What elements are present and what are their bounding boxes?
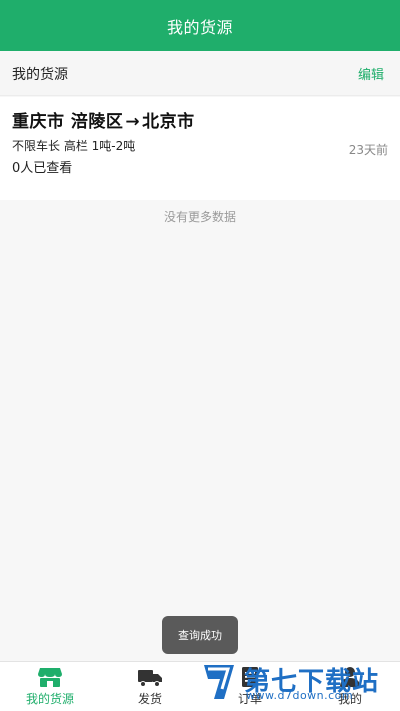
tab-ship[interactable]: 发货 — [100, 662, 200, 711]
route-arrow: → — [125, 112, 141, 132]
tab-mine[interactable]: 我的 — [300, 662, 400, 711]
order-icon — [242, 667, 258, 687]
cargo-card[interactable]: 重庆市 涪陵区 → 北京市 不限车长 高栏 1吨-2吨 0人已查看 23天前 — [0, 97, 400, 200]
tab-label: 发货 — [137, 692, 162, 706]
store-icon — [38, 668, 62, 687]
route-origin: 重庆市 涪陵区 — [12, 112, 124, 132]
cargo-route: 重庆市 涪陵区 → 北京市 — [12, 107, 388, 132]
cargo-spec: 不限车长 高栏 1吨-2吨 — [12, 139, 136, 153]
view-count: 0人已查看 — [12, 161, 73, 176]
tab-orders[interactable]: 订单 — [200, 662, 300, 711]
app-header: 我的货源 — [0, 0, 400, 51]
tab-my-cargo[interactable]: 我的货源 — [0, 662, 100, 711]
bottom-tab-bar: 我的货源 发货 订单 我的 — [0, 661, 400, 711]
route-destination: 北京市 — [142, 112, 195, 132]
person-icon — [340, 667, 360, 687]
tab-label: 我的 — [337, 692, 362, 706]
tab-label: 订单 — [237, 692, 262, 706]
edit-button[interactable]: 编辑 — [358, 64, 384, 83]
list-end-text: 没有更多数据 — [163, 210, 236, 224]
post-time: 23天前 — [348, 143, 388, 157]
page-title: 我的货源 — [166, 17, 233, 37]
section-header: 我的货源 编辑 — [0, 52, 400, 96]
toast-message: 查询成功 — [162, 616, 238, 654]
tab-label: 我的货源 — [25, 692, 74, 706]
truck-icon — [138, 670, 162, 687]
section-title: 我的货源 — [12, 66, 68, 83]
